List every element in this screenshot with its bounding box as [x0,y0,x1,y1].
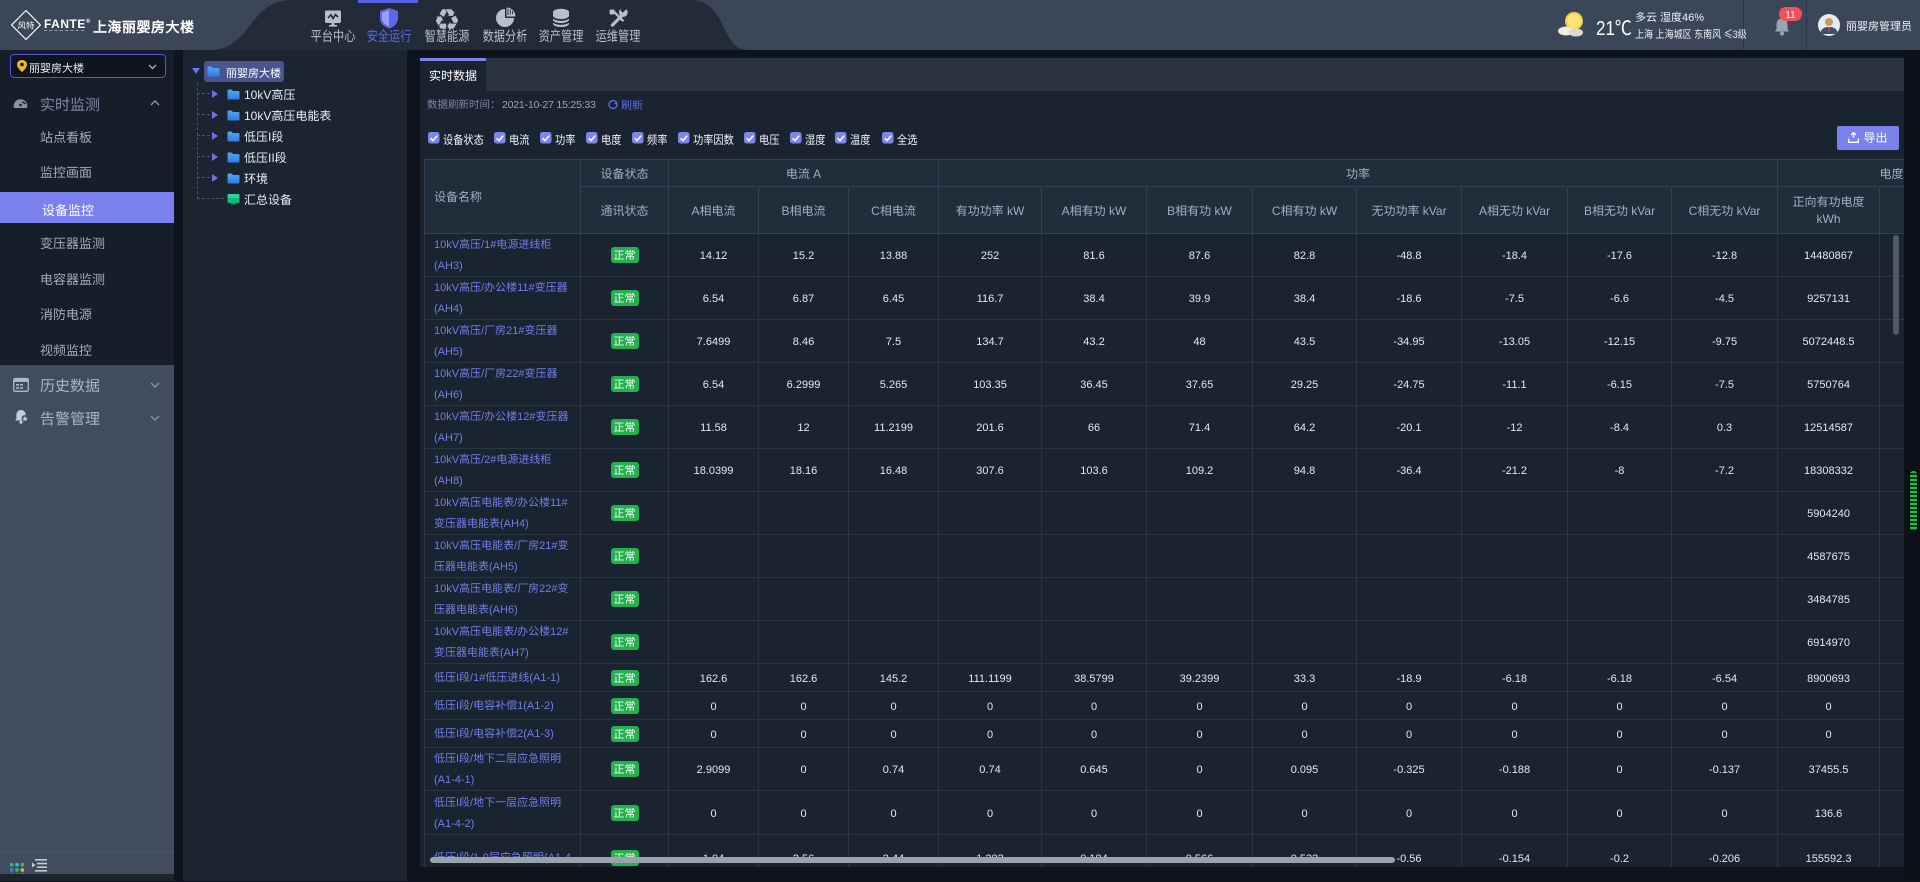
svg-text:风特: 风特 [17,20,35,32]
